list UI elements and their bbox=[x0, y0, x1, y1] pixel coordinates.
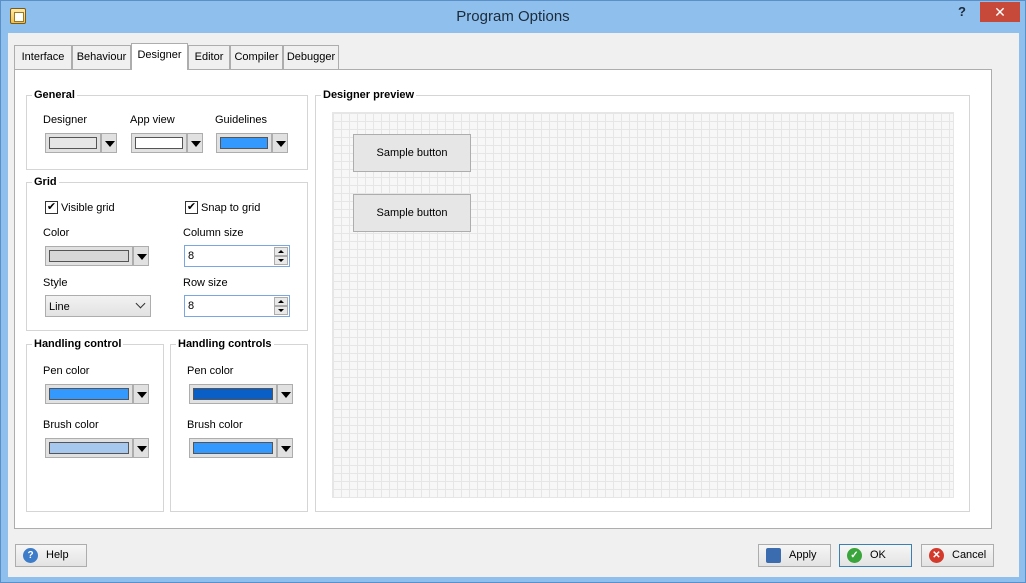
chevron-down-icon[interactable] bbox=[277, 384, 293, 404]
designer-color-label: Designer bbox=[43, 114, 88, 126]
help-button-label: Help bbox=[46, 549, 69, 561]
grid-color-swatch-box[interactable] bbox=[45, 246, 133, 266]
designer-preview-canvas[interactable]: Sample button Sample button bbox=[332, 112, 954, 498]
snap-to-grid-checkbox[interactable]: ✔ bbox=[185, 201, 198, 214]
grid-color-label: Color bbox=[43, 227, 70, 239]
designer-tab-panel: General Designer App view Guidelines Gri… bbox=[14, 69, 992, 529]
row-size-spinner[interactable]: 8 bbox=[184, 295, 290, 317]
chevron-down-icon[interactable] bbox=[272, 133, 288, 153]
help-icon: ? bbox=[23, 548, 38, 563]
handling-controls-group: Handling controls Pen color Brush color bbox=[170, 338, 308, 512]
chevron-down-icon[interactable] bbox=[133, 384, 149, 404]
style-label: Style bbox=[43, 277, 68, 289]
tab-interface[interactable]: Interface bbox=[14, 45, 72, 69]
apply-button[interactable]: Apply bbox=[758, 544, 831, 567]
app-view-swatch bbox=[135, 137, 183, 149]
general-group: General Designer App view Guidelines bbox=[26, 89, 308, 170]
handling-control-group: Handling control Pen color Brush color bbox=[26, 338, 164, 512]
cancel-button[interactable]: ✕ Cancel bbox=[921, 544, 994, 567]
guidelines-color-label: Guidelines bbox=[215, 114, 267, 126]
chevron-down-icon[interactable] bbox=[277, 438, 293, 458]
tab-editor[interactable]: Editor bbox=[188, 45, 230, 69]
app-view-color-picker[interactable] bbox=[131, 133, 203, 153]
close-button[interactable]: ✕ bbox=[980, 2, 1020, 22]
handling-control-title: Handling control bbox=[32, 338, 124, 350]
designer-color-picker[interactable] bbox=[45, 133, 117, 153]
brush-color-swatch-box[interactable] bbox=[45, 438, 133, 458]
spin-up-icon[interactable] bbox=[274, 297, 288, 306]
column-size-spinner[interactable]: 8 bbox=[184, 245, 290, 267]
handling-controls-title: Handling controls bbox=[176, 338, 274, 350]
brush-color-picker[interactable] bbox=[189, 438, 293, 458]
chevron-down-icon[interactable] bbox=[187, 133, 203, 153]
brush-color-picker[interactable] bbox=[45, 438, 149, 458]
grid-style-value: Line bbox=[49, 301, 70, 313]
spin-down-icon[interactable] bbox=[274, 306, 288, 315]
tab-behaviour[interactable]: Behaviour bbox=[72, 45, 131, 69]
pen-color-picker[interactable] bbox=[45, 384, 149, 404]
guidelines-swatch-box[interactable] bbox=[216, 133, 272, 153]
brush-color-swatch-box[interactable] bbox=[189, 438, 277, 458]
row-size-stepper[interactable] bbox=[274, 297, 288, 315]
spin-up-icon[interactable] bbox=[274, 247, 288, 256]
column-size-label: Column size bbox=[183, 227, 244, 239]
pen-color-swatch-box[interactable] bbox=[189, 384, 277, 404]
save-icon bbox=[766, 548, 781, 563]
designer-swatch bbox=[49, 137, 97, 149]
check-icon: ✓ bbox=[847, 548, 862, 563]
spin-down-icon[interactable] bbox=[274, 256, 288, 265]
chevron-down-icon[interactable] bbox=[133, 438, 149, 458]
brush-color-label: Brush color bbox=[187, 419, 243, 431]
chevron-down-icon[interactable] bbox=[101, 133, 117, 153]
pen-color-label: Pen color bbox=[43, 365, 90, 377]
guidelines-swatch bbox=[220, 137, 268, 149]
chevron-down-icon[interactable] bbox=[133, 246, 149, 266]
brush-color-swatch bbox=[49, 442, 129, 454]
pen-color-picker[interactable] bbox=[189, 384, 293, 404]
grid-group-title: Grid bbox=[32, 176, 59, 188]
tab-designer[interactable]: Designer bbox=[131, 43, 188, 70]
help-button[interactable]: ? Help bbox=[15, 544, 87, 567]
grid-color-picker[interactable] bbox=[45, 246, 149, 266]
column-size-stepper[interactable] bbox=[274, 247, 288, 265]
designer-preview-group: Designer preview Sample button Sample bu… bbox=[315, 89, 970, 512]
grid-group: Grid ✔ Visible grid ✔ Snap to grid Color… bbox=[26, 176, 308, 331]
app-view-swatch-box[interactable] bbox=[131, 133, 187, 153]
apply-button-label: Apply bbox=[789, 549, 817, 561]
pen-color-swatch bbox=[193, 388, 273, 400]
row-size-value[interactable]: 8 bbox=[188, 300, 194, 312]
visible-grid-label[interactable]: Visible grid bbox=[61, 202, 115, 214]
pen-color-swatch bbox=[49, 388, 129, 400]
tab-compiler[interactable]: Compiler bbox=[230, 45, 283, 69]
column-size-value[interactable]: 8 bbox=[188, 250, 194, 262]
ok-button[interactable]: ✓ OK bbox=[839, 544, 912, 567]
dialog-client: Interface Behaviour Designer Editor Comp… bbox=[8, 33, 1019, 577]
chevron-down-icon bbox=[135, 298, 146, 309]
cancel-button-label: Cancel bbox=[952, 549, 987, 561]
row-size-label: Row size bbox=[183, 277, 228, 289]
window-title: Program Options bbox=[456, 8, 570, 25]
program-options-window: Program Options ? ✕ Interface Behaviour … bbox=[0, 0, 1026, 583]
visible-grid-checkbox[interactable]: ✔ bbox=[45, 201, 58, 214]
brush-color-label: Brush color bbox=[43, 419, 99, 431]
snap-to-grid-label[interactable]: Snap to grid bbox=[201, 202, 260, 214]
pen-color-swatch-box[interactable] bbox=[45, 384, 133, 404]
cancel-icon: ✕ bbox=[929, 548, 944, 563]
pen-color-label: Pen color bbox=[187, 365, 234, 377]
sample-button[interactable]: Sample button bbox=[353, 194, 471, 232]
guidelines-color-picker[interactable] bbox=[216, 133, 288, 153]
grid-style-select[interactable]: Line bbox=[45, 295, 151, 317]
title-bar[interactable]: Program Options ? ✕ bbox=[1, 1, 1025, 33]
ok-button-label: OK bbox=[870, 549, 886, 561]
sample-button[interactable]: Sample button bbox=[353, 134, 471, 172]
grid-color-swatch bbox=[49, 250, 129, 262]
designer-preview-title: Designer preview bbox=[321, 89, 417, 101]
brush-color-swatch bbox=[193, 442, 273, 454]
app-view-color-label: App view bbox=[130, 114, 175, 126]
general-group-title: General bbox=[32, 89, 77, 101]
designer-swatch-box[interactable] bbox=[45, 133, 101, 153]
tab-debugger[interactable]: Debugger bbox=[283, 45, 339, 69]
help-title-button[interactable]: ? bbox=[949, 2, 975, 22]
